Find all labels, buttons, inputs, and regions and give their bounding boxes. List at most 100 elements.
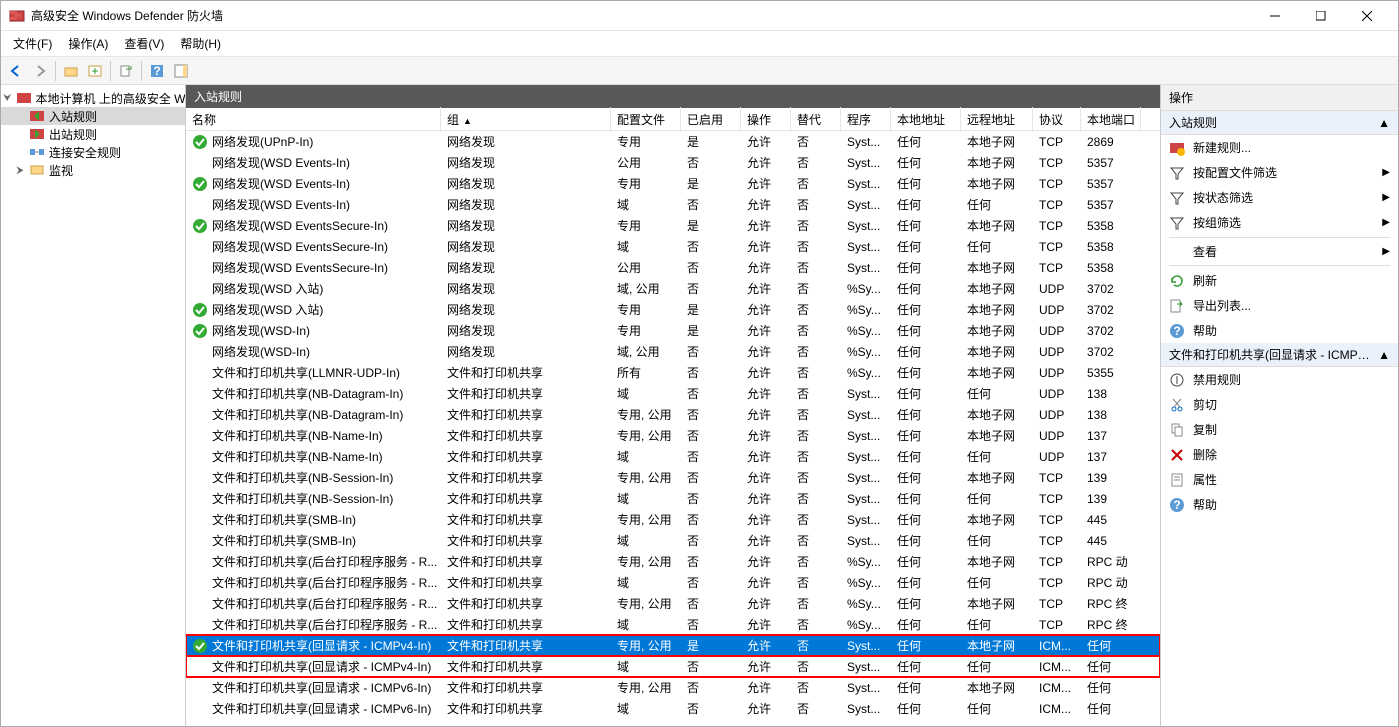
tree-root[interactable]: ⮟ 本地计算机 上的高级安全 Win: [1, 89, 185, 107]
action-export[interactable]: 导出列表...: [1161, 293, 1398, 318]
table-row[interactable]: 网络发现(WSD EventsSecure-In)网络发现专用是允许否Syst.…: [186, 215, 1160, 236]
action-view[interactable]: 查看 ▶: [1161, 240, 1398, 263]
action-copy[interactable]: 复制: [1161, 417, 1398, 442]
rule-laddr: 任何: [891, 404, 961, 425]
table-row[interactable]: 文件和打印机共享(后台打印程序服务 - R...文件和打印机共享专用, 公用否允…: [186, 551, 1160, 572]
action-cut[interactable]: 剪切: [1161, 392, 1398, 417]
table-row[interactable]: 网络发现(UPnP-In)网络发现专用是允许否Syst...任何本地子网TCP2…: [186, 131, 1160, 152]
action-new-rule[interactable]: 新建规则...: [1161, 135, 1398, 160]
rule-laddr: 任何: [891, 656, 961, 677]
table-row[interactable]: 文件和打印机共享(后台打印程序服务 - R...文件和打印机共享专用, 公用否允…: [186, 593, 1160, 614]
submenu-arrow-icon: ▶: [1382, 246, 1390, 257]
table-row[interactable]: 网络发现(WSD-In)网络发现专用是允许否%Sy...任何本地子网UDP370…: [186, 320, 1160, 341]
rule-disabled-icon: [192, 575, 208, 591]
table-row[interactable]: 文件和打印机共享(LLMNR-UDP-In)文件和打印机共享所有否允许否%Sy.…: [186, 362, 1160, 383]
action-filter-group[interactable]: 按组筛选 ▶: [1161, 210, 1398, 235]
tree-monitor[interactable]: ⮞ 监视: [1, 161, 185, 179]
table-row[interactable]: 网络发现(WSD Events-In)网络发现公用否允许否Syst...任何本地…: [186, 152, 1160, 173]
rule-enabled: 是: [681, 173, 741, 194]
action-filter-profile[interactable]: 按配置文件筛选 ▶: [1161, 160, 1398, 185]
table-row[interactable]: 文件和打印机共享(NB-Session-In)文件和打印机共享域否允许否Syst…: [186, 488, 1160, 509]
rule-lport: 5357: [1081, 196, 1141, 214]
col-proto[interactable]: 协议: [1033, 107, 1081, 132]
forward-button[interactable]: [29, 60, 51, 82]
col-profile[interactable]: 配置文件: [611, 107, 681, 132]
folder-button[interactable]: [60, 60, 82, 82]
action-delete[interactable]: 删除: [1161, 442, 1398, 467]
col-program[interactable]: 程序: [841, 107, 891, 132]
table-row[interactable]: 网络发现(WSD Events-In)网络发现专用是允许否Syst...任何本地…: [186, 173, 1160, 194]
rule-group: 文件和打印机共享: [441, 509, 611, 530]
table-row[interactable]: 文件和打印机共享(SMB-In)文件和打印机共享专用, 公用否允许否Syst..…: [186, 509, 1160, 530]
back-button[interactable]: [5, 60, 27, 82]
rule-override: 否: [791, 362, 841, 383]
table-row[interactable]: 网络发现(WSD EventsSecure-In)网络发现域否允许否Syst..…: [186, 236, 1160, 257]
rule-override: 否: [791, 152, 841, 173]
table-row[interactable]: 文件和打印机共享(回显请求 - ICMPv4-In)文件和打印机共享专用, 公用…: [186, 635, 1160, 656]
close-button[interactable]: [1344, 2, 1390, 30]
rule-enabled: 否: [681, 194, 741, 215]
menu-view[interactable]: 查看(V): [116, 31, 172, 56]
rule-disabled-icon: [192, 449, 208, 465]
rule-lport: RPC 动: [1081, 551, 1141, 572]
tree-outbound[interactable]: 出站规则: [1, 125, 185, 143]
col-raddr[interactable]: 远程地址: [961, 107, 1033, 132]
table-row[interactable]: 文件和打印机共享(回显请求 - ICMPv6-In)文件和打印机共享专用, 公用…: [186, 677, 1160, 698]
rule-group: 文件和打印机共享: [441, 551, 611, 572]
svg-text:?: ?: [1173, 498, 1180, 512]
rule-proto: TCP: [1033, 259, 1081, 277]
action-help2[interactable]: ? 帮助: [1161, 492, 1398, 517]
col-action[interactable]: 操作: [741, 107, 791, 132]
table-row[interactable]: 网络发现(WSD 入站)网络发现专用是允许否%Sy...任何本地子网UDP370…: [186, 299, 1160, 320]
minimize-button[interactable]: [1252, 2, 1298, 30]
table-row[interactable]: 文件和打印机共享(后台打印程序服务 - R...文件和打印机共享域否允许否%Sy…: [186, 614, 1160, 635]
maximize-button[interactable]: [1298, 2, 1344, 30]
table-row[interactable]: 网络发现(WSD 入站)网络发现域, 公用否允许否%Sy...任何本地子网UDP…: [186, 278, 1160, 299]
rule-enabled-icon: [192, 176, 208, 192]
action-refresh[interactable]: 刷新: [1161, 268, 1398, 293]
rule-proto: UDP: [1033, 448, 1081, 466]
collapse-arrow-icon[interactable]: ▲: [1376, 348, 1390, 362]
action-filter-state[interactable]: 按状态筛选 ▶: [1161, 185, 1398, 210]
pane-button[interactable]: [170, 60, 192, 82]
collapse-arrow-icon[interactable]: ▲: [1376, 116, 1390, 130]
rule-program: Syst...: [841, 490, 891, 508]
table-row[interactable]: 文件和打印机共享(NB-Name-In)文件和打印机共享专用, 公用否允许否Sy…: [186, 425, 1160, 446]
help-button[interactable]: ?: [146, 60, 168, 82]
navigation-tree[interactable]: ⮟ 本地计算机 上的高级安全 Win 入站规则 出站规则 连接安全规则 ⮞ 监视: [1, 85, 186, 726]
action-disable[interactable]: 禁用规则: [1161, 367, 1398, 392]
table-row[interactable]: 文件和打印机共享(NB-Session-In)文件和打印机共享专用, 公用否允许…: [186, 467, 1160, 488]
table-row[interactable]: 文件和打印机共享(后台打印程序服务 - R...文件和打印机共享域否允许否%Sy…: [186, 572, 1160, 593]
col-group[interactable]: 组▲: [441, 107, 611, 132]
rule-override: 否: [791, 194, 841, 215]
col-enabled[interactable]: 已启用: [681, 107, 741, 132]
col-override[interactable]: 替代: [791, 107, 841, 132]
rule-name: 文件和打印机共享(回显请求 - ICMPv6-In): [212, 679, 431, 696]
col-laddr[interactable]: 本地地址: [891, 107, 961, 132]
rules-list[interactable]: 网络发现(UPnP-In)网络发现专用是允许否Syst...任何本地子网TCP2…: [186, 131, 1160, 726]
table-row[interactable]: 文件和打印机共享(SMB-In)文件和打印机共享域否允许否Syst...任何任何…: [186, 530, 1160, 551]
menu-help[interactable]: 帮助(H): [172, 31, 229, 56]
action-help[interactable]: ? 帮助: [1161, 318, 1398, 343]
rule-group: 文件和打印机共享: [441, 488, 611, 509]
collapse-icon[interactable]: ⮟: [3, 93, 12, 103]
rule-group: 文件和打印机共享: [441, 446, 611, 467]
new-button[interactable]: [84, 60, 106, 82]
menu-file[interactable]: 文件(F): [5, 31, 60, 56]
table-row[interactable]: 网络发现(WSD-In)网络发现域, 公用否允许否%Sy...任何本地子网UDP…: [186, 341, 1160, 362]
action-properties[interactable]: 属性: [1161, 467, 1398, 492]
tree-inbound[interactable]: 入站规则: [1, 107, 185, 125]
export-button[interactable]: [115, 60, 137, 82]
table-row[interactable]: 文件和打印机共享(NB-Name-In)文件和打印机共享域否允许否Syst...…: [186, 446, 1160, 467]
table-row[interactable]: 网络发现(WSD EventsSecure-In)网络发现公用否允许否Syst.…: [186, 257, 1160, 278]
table-row[interactable]: 文件和打印机共享(NB-Datagram-In)文件和打印机共享专用, 公用否允…: [186, 404, 1160, 425]
table-row[interactable]: 网络发现(WSD Events-In)网络发现域否允许否Syst...任何任何T…: [186, 194, 1160, 215]
expand-icon[interactable]: ⮞: [15, 165, 25, 175]
tree-connsec[interactable]: 连接安全规则: [1, 143, 185, 161]
menu-action[interactable]: 操作(A): [60, 31, 116, 56]
table-row[interactable]: 文件和打印机共享(回显请求 - ICMPv6-In)文件和打印机共享域否允许否S…: [186, 698, 1160, 719]
col-name[interactable]: 名称: [186, 107, 441, 132]
table-row[interactable]: 文件和打印机共享(回显请求 - ICMPv4-In)文件和打印机共享域否允许否S…: [186, 656, 1160, 677]
table-row[interactable]: 文件和打印机共享(NB-Datagram-In)文件和打印机共享域否允许否Sys…: [186, 383, 1160, 404]
col-lport[interactable]: 本地端口: [1081, 107, 1141, 132]
